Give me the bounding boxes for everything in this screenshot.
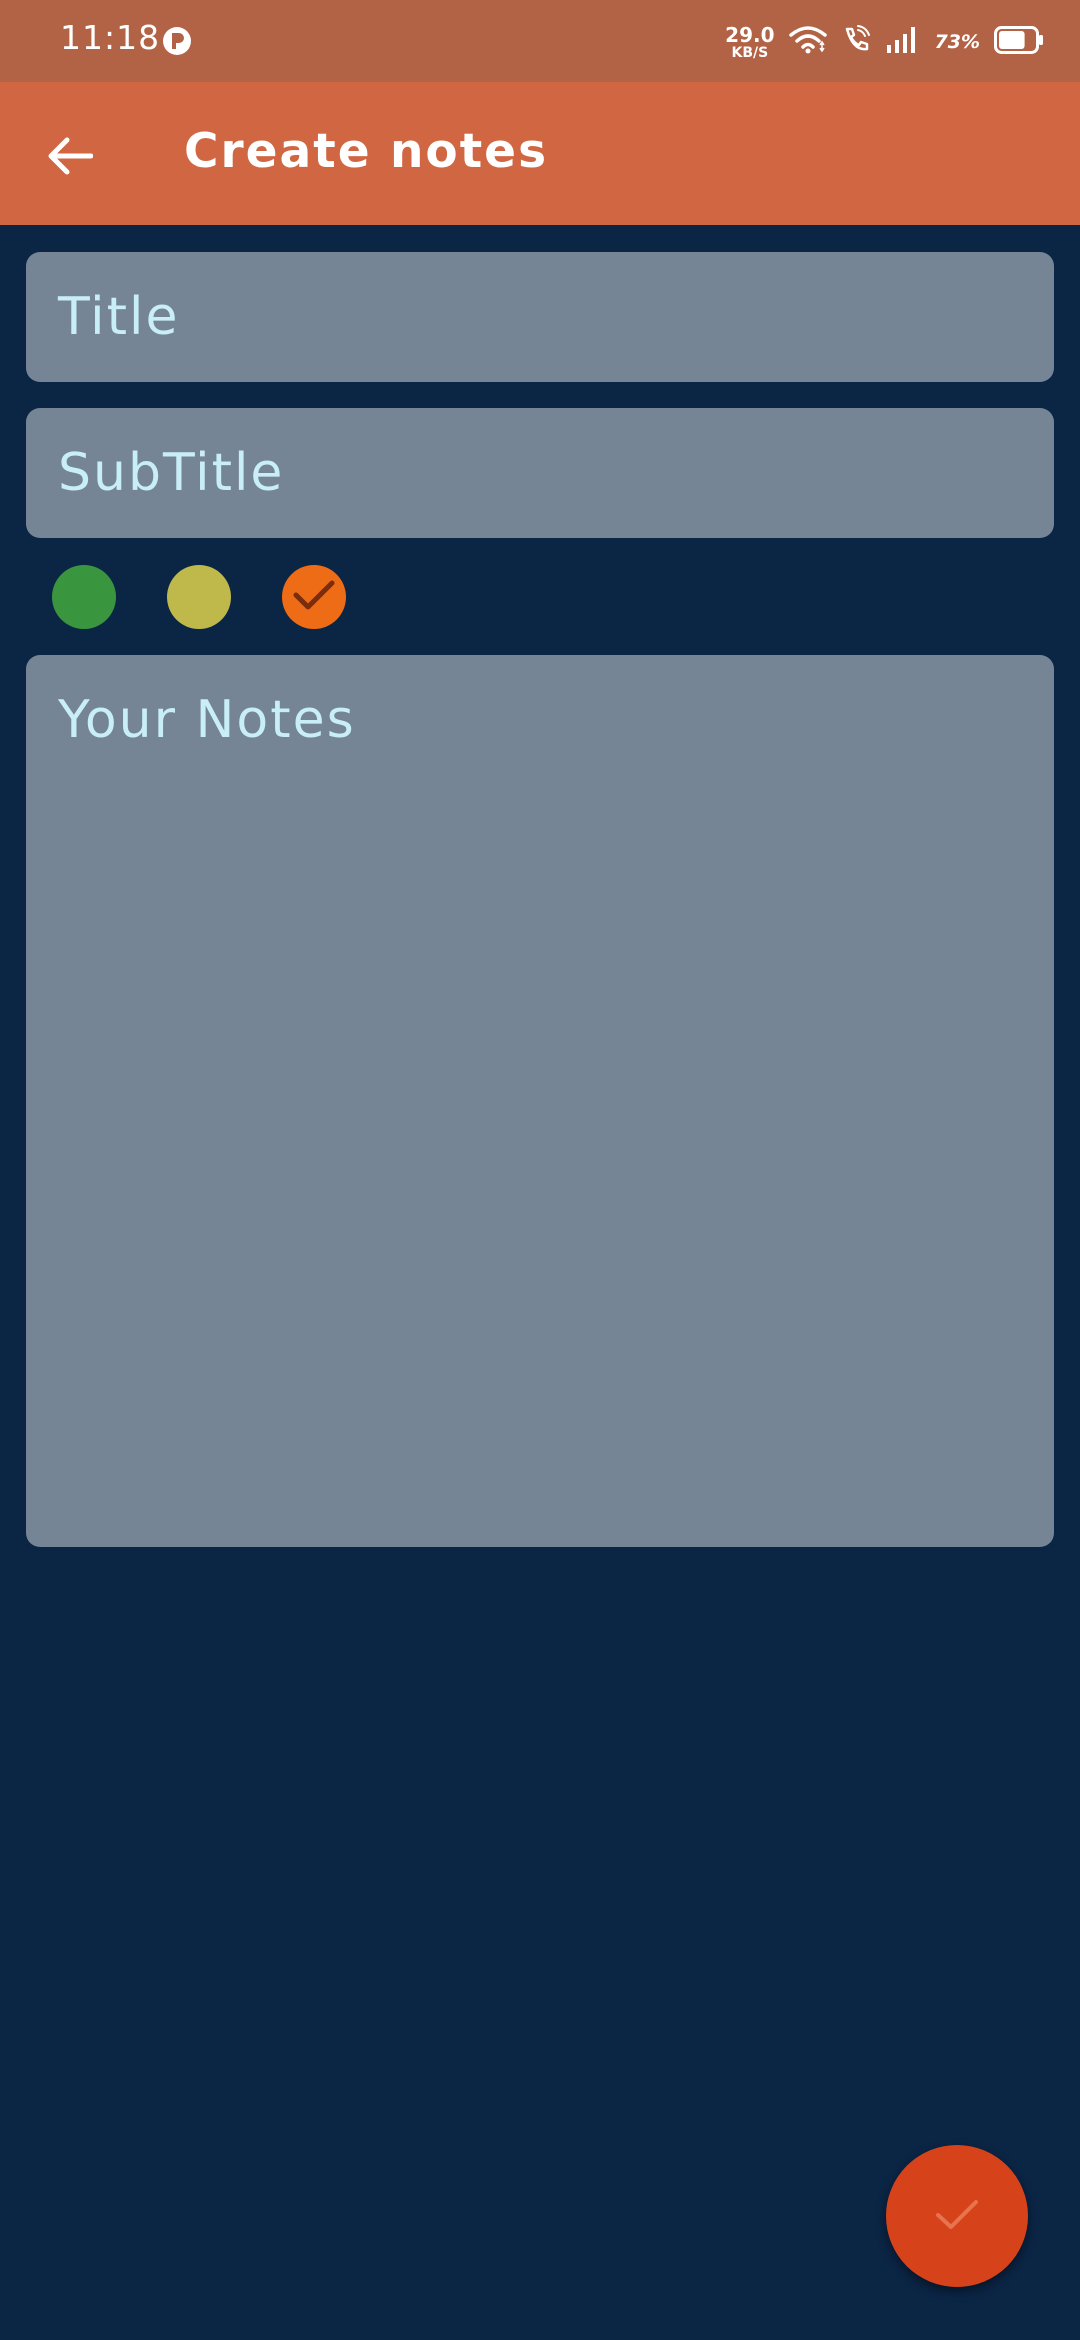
notification-app-icon	[162, 26, 192, 56]
app-bar: Create notes	[0, 82, 1080, 225]
wifi-icon	[788, 25, 827, 59]
network-speed-unit: KB/S	[731, 44, 769, 61]
wifi-calling-icon	[841, 25, 871, 59]
status-bar: 11:18 29.0 KB/S 73%	[0, 0, 1080, 82]
arrow-left-icon	[47, 136, 94, 180]
battery-percent: 73%	[934, 31, 980, 53]
status-time: 11:18	[60, 18, 161, 57]
subtitle-placeholder: SubTitle	[58, 443, 285, 503]
color-option-green[interactable]	[52, 565, 116, 629]
subtitle-input[interactable]: SubTitle	[26, 408, 1054, 538]
network-speed-value: 29.0	[725, 22, 775, 47]
back-button[interactable]	[30, 118, 110, 198]
notes-input[interactable]: Your Notes	[26, 655, 1054, 1547]
check-icon	[290, 575, 338, 619]
save-note-button[interactable]	[886, 2145, 1028, 2287]
status-indicators: 29.0 KB/S 73%	[725, 20, 1044, 64]
title-input[interactable]: Title	[26, 252, 1054, 382]
battery-icon	[994, 26, 1044, 58]
cellular-signal-icon	[885, 25, 921, 59]
check-icon	[932, 2193, 982, 2239]
page-title: Create notes	[184, 124, 549, 179]
color-option-orange[interactable]	[282, 565, 346, 629]
color-option-yellow[interactable]	[167, 565, 231, 629]
notes-placeholder: Your Notes	[58, 690, 356, 750]
title-placeholder: Title	[58, 287, 180, 347]
network-speed: 29.0 KB/S	[725, 25, 774, 60]
